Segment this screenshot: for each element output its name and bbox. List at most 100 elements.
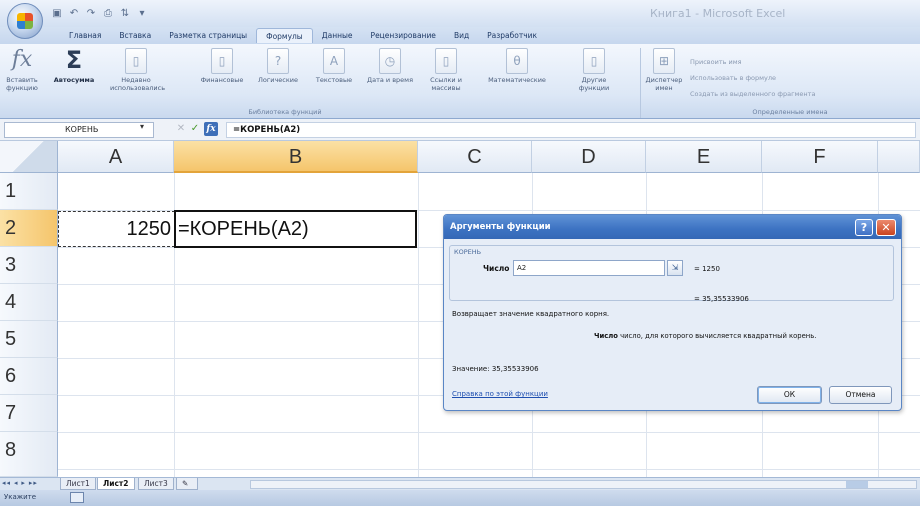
tab-review[interactable]: Рецензирование xyxy=(362,28,445,43)
cell-a2[interactable]: 1250 xyxy=(58,211,175,247)
date-time-button[interactable]: ◷ Дата и время xyxy=(364,48,416,106)
row-header-1[interactable]: 1 xyxy=(0,173,58,210)
window-title: Книга1 - Microsoft Excel xyxy=(650,7,786,20)
define-name-item[interactable]: Присвоить имя xyxy=(690,58,742,66)
use-in-formula-item[interactable]: Использовать в формуле xyxy=(690,74,776,82)
cancel-entry-icon[interactable]: ✕ xyxy=(175,122,187,136)
function-name-label: КОРЕНЬ xyxy=(452,248,484,256)
book-icon: ◷ xyxy=(379,48,401,74)
sheet-tab-1[interactable]: Лист1 xyxy=(60,478,96,490)
argument-input[interactable]: A2 xyxy=(513,260,665,276)
name-manager-label: Диспетчер имен xyxy=(645,76,683,92)
name-manager-icon: ⊞ xyxy=(653,48,675,74)
row-header-2[interactable]: 2 xyxy=(0,210,58,247)
help-icon[interactable]: ? xyxy=(855,219,873,236)
row-header-3[interactable]: 3 xyxy=(0,247,58,284)
save-icon[interactable]: ▣ xyxy=(50,7,64,21)
create-from-selection-item[interactable]: Создать из выделенного фрагмента xyxy=(690,90,815,98)
sheet-tab-3[interactable]: Лист3 xyxy=(138,478,174,490)
name-manager-button[interactable]: ⊞ Диспетчер имен xyxy=(644,48,684,106)
logical-button[interactable]: ? Логические xyxy=(252,48,304,106)
horizontal-scrollbar[interactable] xyxy=(250,480,917,489)
name-box[interactable]: КОРЕНЬ xyxy=(4,122,154,138)
row-header-8[interactable]: 8 xyxy=(0,432,58,477)
column-header-e[interactable]: E xyxy=(646,141,762,173)
lookup-reference-button[interactable]: ▯ Ссылки и массивы xyxy=(420,48,472,106)
column-header-b[interactable]: B xyxy=(174,141,418,173)
financial-label: Финансовые xyxy=(200,76,244,84)
name-box-dropdown-icon[interactable]: ▾ xyxy=(140,122,144,131)
tab-page-layout[interactable]: Разметка страницы xyxy=(160,28,256,43)
status-bar: Укажите xyxy=(0,490,920,506)
formula-result-preview: = 35,35533906 xyxy=(694,295,749,303)
row-header-5[interactable]: 5 xyxy=(0,321,58,358)
office-button[interactable] xyxy=(7,3,43,39)
sort-icon[interactable]: ⇅ xyxy=(118,7,132,21)
column-header-g[interactable] xyxy=(878,141,920,173)
tab-home[interactable]: Главная xyxy=(60,28,110,43)
insert-function-icon[interactable]: fx xyxy=(204,122,218,136)
column-header-c[interactable]: C xyxy=(418,141,532,173)
argument-description-text: число, для которого вычисляется квадратн… xyxy=(620,332,817,340)
argument-description: Число число, для которого вычисляется кв… xyxy=(594,332,816,340)
insert-sheet-icon[interactable]: ✎ xyxy=(176,478,198,490)
help-link[interactable]: Справка по этой функции xyxy=(452,390,548,398)
math-trig-button[interactable]: θ Математические xyxy=(484,48,550,106)
column-header-d[interactable]: D xyxy=(532,141,646,173)
collapse-dialog-icon[interactable]: ⇲ xyxy=(667,260,683,276)
row-header-7[interactable]: 7 xyxy=(0,395,58,432)
column-header-f[interactable]: F xyxy=(762,141,878,173)
print-preview-icon[interactable]: ⎙ xyxy=(101,7,115,21)
ribbon-separator xyxy=(640,48,641,118)
tab-view[interactable]: Вид xyxy=(445,28,478,43)
tab-developer[interactable]: Разработчик xyxy=(478,28,546,43)
cell-b2[interactable]: =КОРЕНЬ(A2) xyxy=(174,210,417,248)
close-icon[interactable]: ✕ xyxy=(876,219,896,236)
insert-function-button[interactable]: fx Вставить функцию xyxy=(2,48,42,106)
scrollbar-thumb[interactable] xyxy=(846,481,868,488)
book-icon: ▯ xyxy=(125,48,147,74)
fx-icon: fx xyxy=(11,47,33,72)
logical-label: Логические xyxy=(257,76,299,84)
insert-function-label: Вставить функцию xyxy=(6,76,38,92)
macro-record-icon[interactable] xyxy=(70,492,84,503)
group-label-library: Библиотека функций xyxy=(248,108,322,116)
row-header-6[interactable]: 6 xyxy=(0,358,58,395)
text-functions-label: Текстовые xyxy=(315,76,353,84)
book-icon: ▯ xyxy=(583,48,605,74)
select-all-corner[interactable] xyxy=(0,141,58,173)
cancel-button[interactable]: Отмена xyxy=(829,386,892,404)
formula-input[interactable]: =КОРЕНЬ(A2) xyxy=(226,122,916,138)
enter-entry-icon[interactable]: ✓ xyxy=(189,122,201,136)
title-bar: ▣ ↶ ↷ ⎙ ⇅ ▾ Книга1 - Microsoft Excel xyxy=(0,0,920,39)
tab-data[interactable]: Данные xyxy=(313,28,362,43)
lookup-reference-label: Ссылки и массивы xyxy=(430,76,462,92)
sigma-icon: Σ xyxy=(65,46,83,74)
sheet-tab-2[interactable]: Лист2 xyxy=(97,478,135,490)
quick-access-toolbar: ▣ ↶ ↷ ⎙ ⇅ ▾ xyxy=(50,5,149,23)
formula-bar: КОРЕНЬ ▾ ✕ ✓ fx =КОРЕНЬ(A2) xyxy=(0,119,920,141)
text-functions-button[interactable]: A Текстовые xyxy=(308,48,360,106)
more-functions-button[interactable]: ▯ Другие функции xyxy=(568,48,620,106)
more-functions-label: Другие функции xyxy=(578,76,610,92)
argument-description-name: Число xyxy=(594,332,618,340)
tab-insert[interactable]: Вставка xyxy=(110,28,160,43)
column-header-a[interactable]: A xyxy=(58,141,174,173)
argument-label: Число xyxy=(483,264,510,273)
redo-icon[interactable]: ↷ xyxy=(84,7,98,21)
qat-customize-icon[interactable]: ▾ xyxy=(135,7,149,21)
autosum-button[interactable]: Σ Автосумма xyxy=(48,48,100,106)
argument-result: = 1250 xyxy=(694,265,720,273)
dialog-title-bar[interactable]: Аргументы функции ? ✕ xyxy=(444,215,901,239)
row-header-4[interactable]: 4 xyxy=(0,284,58,321)
recent-functions-label: Недавно использовались xyxy=(110,76,166,92)
group-label-names: Определенные имена xyxy=(752,108,828,116)
tab-formulas[interactable]: Формулы xyxy=(256,28,313,43)
ok-button[interactable]: ОК xyxy=(757,386,822,404)
recent-functions-button[interactable]: ▯ Недавно использовались xyxy=(110,48,166,106)
financial-button[interactable]: ▯ Финансовые xyxy=(196,48,248,106)
sheet-nav-arrows-icon[interactable]: ◂◂ ◂ ▸ ▸▸ xyxy=(2,478,38,490)
grid-line xyxy=(58,469,920,470)
undo-icon[interactable]: ↶ xyxy=(67,7,81,21)
formula-value: Значение: 35,35533906 xyxy=(452,365,539,373)
